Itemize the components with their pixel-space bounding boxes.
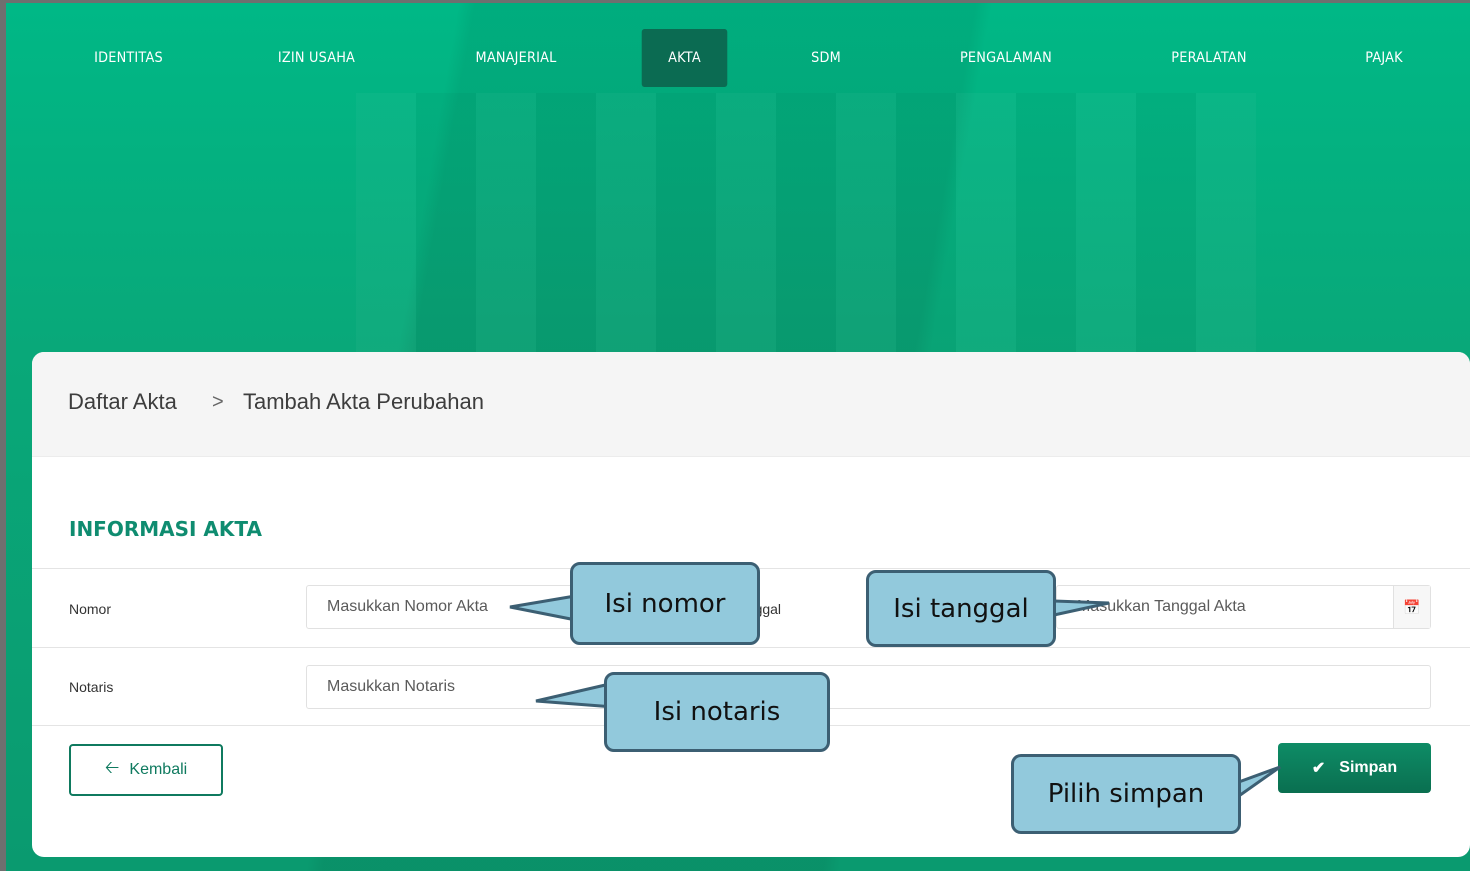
app-window: IDENTITAS IZIN USAHA MANAJERIAL AKTA SDM… <box>0 0 1470 871</box>
callout-pilih-simpan: Pilih simpan <box>1011 754 1241 834</box>
callout-isi-notaris: Isi notaris <box>604 672 830 752</box>
callout-isi-nomor: Isi nomor <box>570 562 760 645</box>
callout-isi-tanggal: Isi tanggal <box>866 570 1056 647</box>
